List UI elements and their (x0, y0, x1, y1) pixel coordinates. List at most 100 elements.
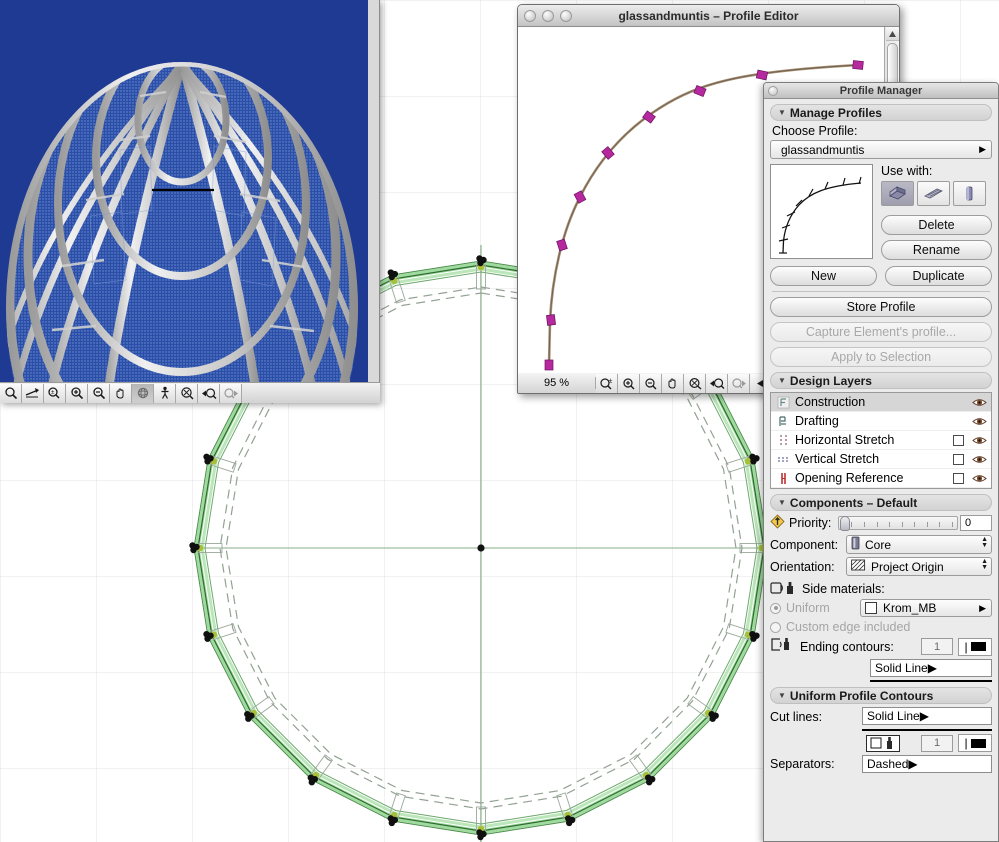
zoom-percent-icon[interactable]: ± (596, 373, 618, 393)
separators-dropdown[interactable]: Dashed ▶ (862, 755, 992, 773)
choose-profile-dropdown[interactable]: glassandmuntis ▶ (770, 140, 992, 159)
render-toolbar[interactable]: ± (0, 382, 380, 403)
design-layer-row[interactable]: Construction (771, 393, 991, 412)
slider-knob[interactable] (840, 516, 851, 531)
3d-render-viewport[interactable] (0, 0, 368, 382)
previous-zoom-icon[interactable] (706, 373, 728, 393)
next-zoom-icon[interactable] (728, 373, 750, 393)
profile-editor-titlebar[interactable]: glassandmuntis – Profile Editor (518, 5, 899, 27)
visibility-eye-icon[interactable] (971, 454, 987, 465)
3d-render-window[interactable]: ± (0, 0, 380, 403)
stepper-arrows-icon[interactable]: ▲ ▼ (981, 558, 988, 571)
close-button[interactable] (524, 9, 536, 22)
profile-manager-titlebar[interactable]: Profile Manager (764, 83, 998, 99)
separators-row[interactable]: Separators: Dashed ▶ (770, 755, 992, 773)
priority-slider[interactable] (838, 516, 958, 531)
minimize-button[interactable] (542, 9, 554, 22)
uniform-label: Uniform (786, 601, 830, 615)
ending-contours-label: Ending contours: (800, 639, 894, 654)
zoom-percent-icon[interactable]: ± (44, 383, 66, 403)
section-design-layers[interactable]: ▼ Design Layers (770, 372, 992, 389)
zoom-out-icon[interactable] (640, 373, 662, 393)
store-profile-label: Store Profile (846, 300, 916, 314)
cut-lines-row[interactable]: Cut lines: Solid Line ▶ (770, 707, 992, 731)
fit-to-window-icon[interactable] (176, 383, 198, 403)
section-components-default[interactable]: ▼ Components – Default (770, 494, 992, 511)
design-layer-row[interactable]: Horizontal Stretch (771, 431, 991, 450)
priority-row[interactable]: Priority: 0 (770, 514, 992, 532)
zoom-normal-icon[interactable] (0, 383, 22, 403)
zoom-in-icon[interactable] (66, 383, 88, 403)
orientation-row[interactable]: Orientation: Project Origin ▲ ▼ (770, 557, 992, 576)
design-layer-row[interactable]: Drafting (771, 412, 991, 431)
ending-contours-icon (770, 637, 800, 656)
cut-lines-pen-icon[interactable] (866, 734, 900, 752)
cut-lines-pen-row[interactable]: 1 | (770, 734, 992, 752)
uniform-radio[interactable] (770, 602, 781, 614)
custom-edge-row[interactable]: Custom edge included (770, 620, 992, 634)
next-zoom-icon[interactable] (220, 383, 242, 403)
wall-icon[interactable] (881, 181, 914, 206)
cut-lines-dropdown[interactable]: Solid Line ▶ (862, 707, 992, 725)
orientation-dropdown[interactable]: Project Origin ▲ ▼ (846, 557, 992, 576)
visibility-eye-icon[interactable] (971, 397, 987, 408)
zoom-button[interactable] (560, 9, 572, 22)
duplicate-button[interactable]: Duplicate (885, 266, 992, 286)
visibility-eye-icon[interactable] (971, 435, 987, 446)
pan-hand-icon[interactable] (662, 373, 684, 393)
cut-lines-pen-field[interactable]: 1 (921, 734, 953, 752)
previous-zoom-icon[interactable] (198, 383, 220, 403)
store-profile-button[interactable]: Store Profile (770, 297, 992, 317)
disclosure-triangle-icon[interactable]: ▼ (778, 498, 786, 507)
apply-to-selection-label: Apply to Selection (830, 350, 932, 364)
zoom-in-icon[interactable] (618, 373, 640, 393)
close-button[interactable] (768, 85, 778, 96)
custom-edge-radio[interactable] (770, 621, 781, 633)
component-dropdown[interactable]: Core ▲ ▼ (846, 535, 992, 554)
uniform-material-row[interactable]: Uniform Krom_MB ▶ (770, 599, 992, 617)
duplicate-label: Duplicate (912, 269, 965, 283)
beam-icon[interactable] (917, 181, 950, 206)
choose-profile-label: Choose Profile: (772, 124, 858, 138)
design-layer-label: Opening Reference (795, 471, 904, 485)
disclosure-triangle-icon[interactable]: ▼ (778, 376, 786, 385)
ending-contours-pen-field[interactable]: 1 (921, 638, 953, 655)
apply-to-selection-button[interactable]: Apply to Selection (770, 347, 992, 367)
orbit-icon[interactable] (132, 383, 154, 403)
stepper-arrows-icon[interactable]: ▲ ▼ (981, 536, 988, 549)
section-manage-profiles[interactable]: ▼ Manage Profiles (770, 104, 992, 121)
ending-contours-row[interactable]: Ending contours: 1 | (770, 637, 992, 656)
column-icon[interactable] (953, 181, 986, 206)
design-layer-checkbox[interactable] (953, 472, 964, 484)
rename-button[interactable]: Rename (881, 240, 992, 260)
uniform-material-dropdown[interactable]: Krom_MB ▶ (860, 599, 992, 617)
walkthrough-icon[interactable] (154, 383, 176, 403)
component-row[interactable]: Component: Core ▲ ▼ (770, 535, 992, 554)
flyover-icon[interactable] (22, 383, 44, 403)
design-layers-list[interactable]: Construction Drafting Horizontal Stretch Ve… (770, 392, 992, 489)
scroll-up-arrow[interactable] (886, 27, 899, 41)
disclosure-triangle-icon[interactable]: ▼ (778, 108, 786, 117)
capture-element-profile-button[interactable]: Capture Element's profile... (770, 322, 992, 342)
use-with-button-group[interactable] (881, 181, 992, 206)
fit-to-window-icon[interactable] (684, 373, 706, 393)
design-layer-checkbox[interactable] (953, 453, 964, 465)
zoom-out-icon[interactable] (88, 383, 110, 403)
design-layer-row[interactable]: Vertical Stretch (771, 450, 991, 469)
design-layer-row[interactable]: Opening Reference (771, 469, 991, 488)
pan-hand-icon[interactable] (110, 383, 132, 403)
design-layer-checkbox[interactable] (953, 434, 964, 446)
new-button[interactable]: New (770, 266, 877, 286)
priority-value-field[interactable]: 0 (960, 515, 992, 531)
cut-lines-pen-swatch[interactable]: | (958, 734, 992, 752)
section-uniform-profile-contours[interactable]: ▼ Uniform Profile Contours (770, 687, 992, 704)
ending-contours-line-dropdown[interactable]: Solid Line ▶ (870, 659, 992, 677)
disclosure-triangle-icon[interactable]: ▼ (778, 691, 786, 700)
pen-width-icon: | (964, 639, 968, 654)
profile-manager-palette[interactable]: Profile Manager ▼ Manage Profiles Choose… (763, 82, 999, 842)
visibility-eye-icon[interactable] (971, 416, 987, 427)
ending-contours-pen-swatch[interactable]: | (958, 637, 992, 656)
chevron-right-icon: ▶ (979, 602, 986, 613)
delete-button[interactable]: Delete (881, 215, 992, 235)
visibility-eye-icon[interactable] (971, 473, 987, 484)
